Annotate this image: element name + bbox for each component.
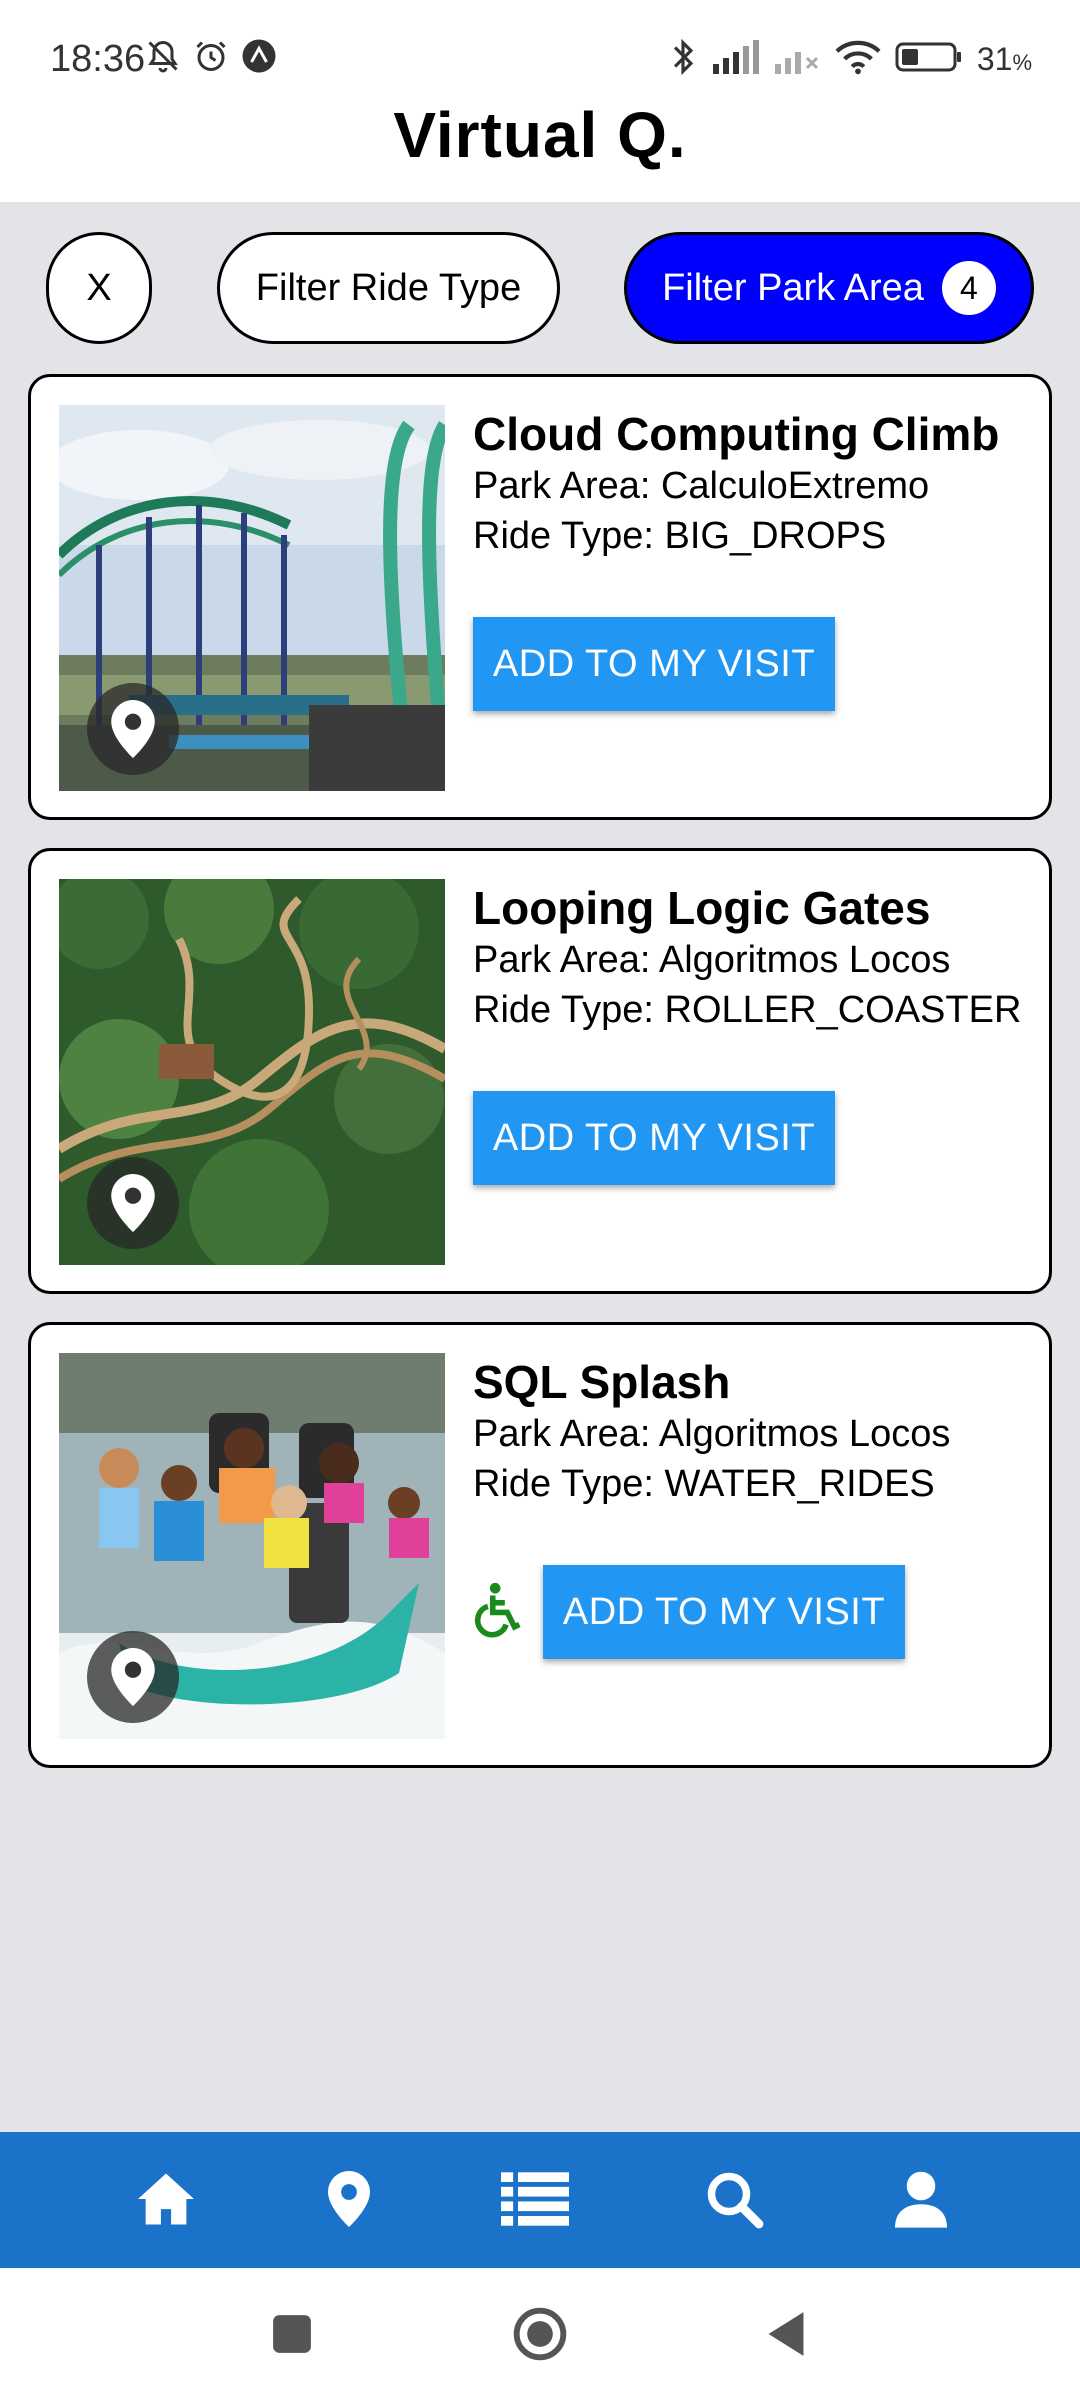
- wheelchair-accessible-icon: [471, 1581, 529, 1644]
- nav-profile[interactable]: [886, 2166, 956, 2236]
- ride-card: SQL Splash Park Area: Algoritmos Locos R…: [28, 1322, 1052, 1768]
- signal-icon: [711, 40, 759, 79]
- circle-icon: [512, 2306, 568, 2367]
- system-nav-bar: [0, 2268, 1080, 2400]
- map-pin-badge[interactable]: [87, 683, 179, 775]
- ride-park-area: Park Area: CalculoExtremo: [473, 465, 930, 507]
- ride-type: Ride Type: BIG_DROPS: [473, 515, 887, 557]
- status-notification-icons: [145, 38, 277, 79]
- nav-list[interactable]: [500, 2166, 570, 2236]
- ride-name: Looping Logic Gates: [473, 882, 931, 934]
- app-screen: 18:36 31% Virtual Q. X Filter Ride Type …: [0, 0, 1080, 2400]
- battery-percent: 31%: [976, 41, 1032, 77]
- bottom-nav: [0, 2132, 1080, 2268]
- alarm-icon: [193, 38, 229, 79]
- ride-card: Cloud Computing Climb Park Area: Calculo…: [28, 374, 1052, 820]
- app-header: Virtual Q.: [0, 90, 1080, 202]
- map-pin-icon: [328, 2170, 370, 2233]
- map-pin-badge[interactable]: [87, 1157, 179, 1249]
- bluetooth-icon: [669, 38, 697, 81]
- signal-off-icon: [773, 40, 821, 79]
- list-icon: [501, 2171, 569, 2232]
- bell-off-icon: [145, 38, 181, 79]
- square-icon: [271, 2313, 313, 2360]
- ride-park-area: Park Area: Algoritmos Locos: [473, 939, 951, 981]
- filter-park-area-button[interactable]: Filter Park Area 4: [624, 232, 1034, 344]
- status-bar: 18:36 31%: [0, 0, 1080, 90]
- ride-type: Ride Type: ROLLER_COASTER: [473, 989, 1022, 1031]
- status-system-icons: 31%: [669, 38, 1032, 81]
- clear-filters-button[interactable]: X: [46, 232, 152, 344]
- ride-image: [59, 879, 445, 1265]
- map-pin-badge[interactable]: [87, 1631, 179, 1723]
- ride-name: Cloud Computing Climb: [473, 408, 1000, 460]
- add-to-visit-button[interactable]: ADD TO MY VISIT: [543, 1565, 905, 1659]
- home-icon: [135, 2171, 197, 2232]
- battery-icon: [895, 40, 963, 79]
- add-to-visit-button[interactable]: ADD TO MY VISIT: [473, 1091, 835, 1185]
- status-time: 18:36: [50, 38, 146, 80]
- ride-card: Looping Logic Gates Park Area: Algoritmo…: [28, 848, 1052, 1294]
- filter-park-area-label: Filter Park Area: [662, 266, 924, 309]
- map-pin-icon: [111, 700, 155, 758]
- search-icon: [704, 2169, 764, 2234]
- ride-type: Ride Type: WATER_RIDES: [473, 1463, 935, 1505]
- add-to-visit-button[interactable]: ADD TO MY VISIT: [473, 617, 835, 711]
- recent-apps-button[interactable]: [262, 2306, 322, 2366]
- ride-name: SQL Splash: [473, 1356, 731, 1408]
- home-system-button[interactable]: [510, 2306, 570, 2366]
- map-pin-icon: [111, 1174, 155, 1232]
- nav-map[interactable]: [314, 2166, 384, 2236]
- ride-image: [59, 1353, 445, 1739]
- nav-home[interactable]: [131, 2166, 201, 2236]
- filter-ride-type-button[interactable]: Filter Ride Type: [217, 232, 560, 344]
- ride-image: [59, 405, 445, 791]
- map-pin-icon: [111, 1648, 155, 1706]
- filter-count-badge: 4: [941, 261, 996, 315]
- user-icon: [895, 2170, 947, 2233]
- ride-park-area: Park Area: Algoritmos Locos: [473, 1413, 951, 1455]
- wifi-icon: [835, 39, 881, 80]
- app-notification-icon: [241, 38, 277, 79]
- app-title: Virtual Q.: [393, 99, 687, 171]
- filter-bar: X Filter Ride Type Filter Park Area 4: [0, 232, 1080, 347]
- nav-search[interactable]: [699, 2166, 769, 2236]
- back-button[interactable]: [756, 2306, 816, 2366]
- back-triangle-icon: [764, 2310, 808, 2363]
